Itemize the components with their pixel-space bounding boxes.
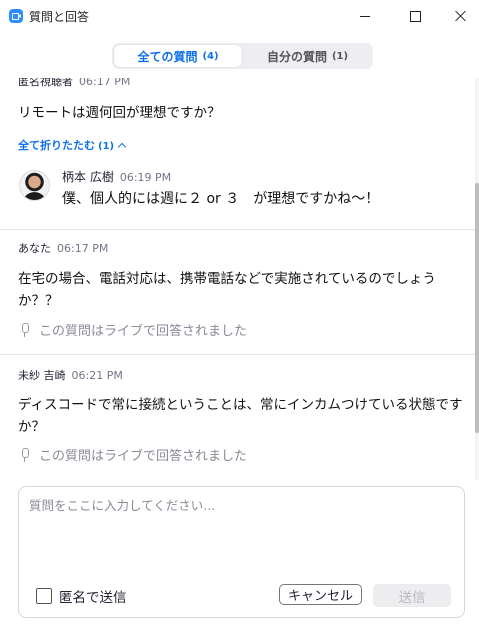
zoom-app-icon bbox=[9, 9, 23, 23]
question-composer: 匿名で送信 キャンセル 送信 bbox=[18, 486, 465, 618]
collapse-all-link[interactable]: 全て折りたたむ (1) bbox=[18, 137, 127, 153]
anonymous-checkbox[interactable] bbox=[36, 588, 52, 604]
question-time: 06:17 PM bbox=[79, 78, 131, 88]
avatar bbox=[19, 170, 50, 201]
send-button[interactable]: 送信 bbox=[373, 584, 451, 607]
tab-label: 自分の質問 bbox=[266, 49, 327, 64]
microphone-icon bbox=[20, 322, 30, 337]
close-icon bbox=[455, 10, 467, 22]
question-time: 06:17 PM bbox=[57, 242, 109, 255]
question-text: 在宅の場合、電話対応は、携帯電話などで実施されているのでしょう か？？ bbox=[18, 271, 436, 309]
chevron-up-icon bbox=[117, 142, 127, 152]
question-time: 06:21 PM bbox=[71, 369, 123, 382]
tab-my-questions[interactable]: 自分の質問 (1) bbox=[244, 45, 371, 67]
tab-label: 全ての質問 bbox=[137, 49, 198, 64]
divider bbox=[0, 354, 475, 355]
microphone-icon bbox=[20, 447, 30, 462]
question-author: 匿名視聴者 06:17 PM bbox=[18, 78, 130, 89]
minimize-icon bbox=[360, 15, 370, 17]
answer-time: 06:19 PM bbox=[119, 171, 172, 184]
title-bar: 質問と回答 bbox=[0, 0, 479, 32]
cancel-button[interactable]: キャンセル bbox=[279, 584, 362, 605]
question-author: 未紗 吉崎 06:21 PM bbox=[18, 369, 123, 382]
question-text: ディスコードで常に接続ということは、常にインカムつけている状態です か？ bbox=[18, 397, 463, 435]
maximize-icon bbox=[409, 10, 421, 22]
maximize-button[interactable] bbox=[392, 0, 438, 32]
tab-count: (1) bbox=[331, 50, 349, 62]
answered-live-status: この質問はライブで回答されました bbox=[20, 320, 247, 339]
question-author: あなた 06:17 PM bbox=[18, 242, 109, 255]
minimize-button[interactable] bbox=[342, 0, 388, 32]
question-text: リモートは週何回が理想ですか？ bbox=[18, 105, 221, 121]
window-title: 質問と回答 bbox=[29, 10, 90, 24]
answer-text: 僕、個人的には週に２ or ３ が理想ですかね～！ bbox=[62, 191, 380, 207]
answer-author: 柄本 広樹 06:19 PM bbox=[62, 170, 172, 184]
tab-count: (4) bbox=[202, 50, 219, 62]
question-tabs: 全ての質問 (4) 自分の質問 (1) bbox=[112, 43, 373, 69]
question-list[interactable]: 匿名視聴者 06:17 PM リモートは週何回が理想ですか？ 全て折りたたむ (1)… bbox=[0, 78, 475, 480]
divider bbox=[0, 229, 475, 230]
scrollbar[interactable] bbox=[475, 78, 479, 480]
tab-all-questions[interactable]: 全ての質問 (4) bbox=[114, 45, 242, 67]
scrollbar-thumb[interactable] bbox=[475, 183, 479, 433]
question-input[interactable] bbox=[27, 493, 451, 567]
close-button[interactable] bbox=[438, 0, 479, 32]
answered-live-status: この質問はライブで回答されました bbox=[20, 445, 247, 464]
anonymous-label[interactable]: 匿名で送信 bbox=[59, 586, 127, 606]
